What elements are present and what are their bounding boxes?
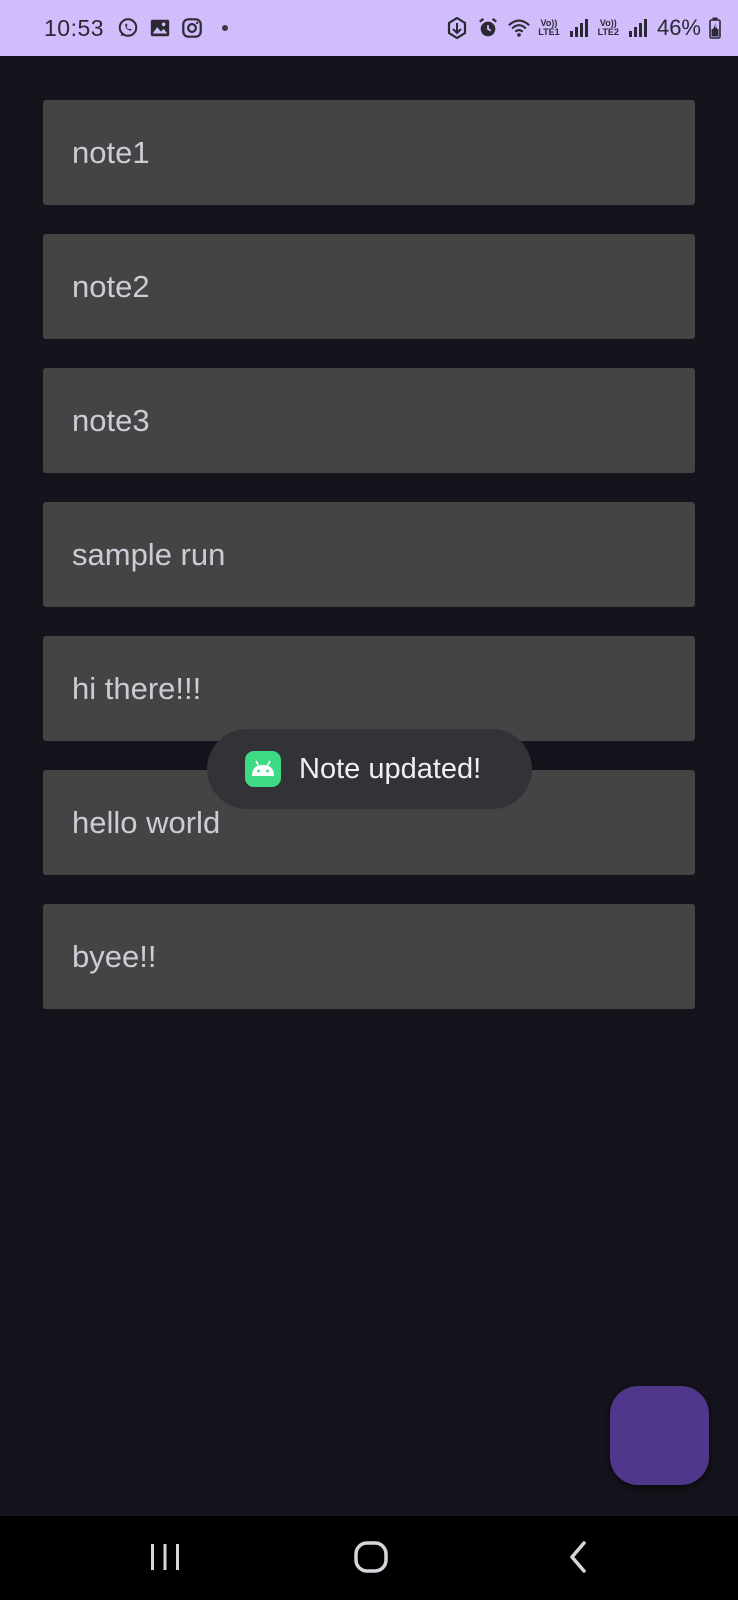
screen: 10:53 Vo)) LTE1 Vo)) LTE2 46% note1 note… bbox=[0, 0, 738, 1600]
note-card-5[interactable]: hi there!!! bbox=[43, 636, 695, 741]
recents-icon bbox=[148, 1542, 182, 1577]
toast: Note updated! bbox=[207, 729, 532, 809]
sim2-lte-text: LTE2 bbox=[597, 27, 619, 37]
note-card-2[interactable]: note2 bbox=[43, 234, 695, 339]
home-icon bbox=[353, 1540, 389, 1579]
dot-icon bbox=[222, 25, 229, 31]
status-time: 10:53 bbox=[44, 14, 105, 41]
status-bar: 10:53 Vo)) LTE1 Vo)) LTE2 46% bbox=[0, 0, 738, 56]
note-title: byee!! bbox=[72, 938, 157, 974]
signal-2-icon bbox=[626, 16, 650, 40]
signal-1-icon bbox=[567, 16, 591, 40]
note-title: note3 bbox=[72, 402, 150, 438]
home-button[interactable] bbox=[346, 1534, 396, 1584]
recents-button[interactable] bbox=[140, 1534, 190, 1584]
note-card-4[interactable]: sample run bbox=[43, 502, 695, 607]
note-title: note2 bbox=[72, 268, 150, 304]
whatsapp-icon bbox=[116, 16, 140, 40]
note-card-3[interactable]: note3 bbox=[43, 368, 695, 473]
notes-list: note1 note2 note3 sample run hi there!!!… bbox=[43, 100, 695, 1038]
volte-lte2-label: Vo)) LTE2 bbox=[598, 19, 619, 37]
wifi-icon bbox=[507, 16, 531, 40]
status-bar-left: 10:53 bbox=[44, 15, 445, 42]
back-icon bbox=[566, 1540, 590, 1579]
note-card-7[interactable]: byee!! bbox=[43, 904, 695, 1009]
note-card-1[interactable]: note1 bbox=[43, 100, 695, 205]
instagram-icon bbox=[180, 16, 204, 40]
data-saver-icon bbox=[445, 16, 469, 40]
toast-message: Note updated! bbox=[299, 752, 482, 785]
battery-charging-icon bbox=[708, 16, 722, 40]
note-title: sample run bbox=[72, 536, 226, 572]
note-title: hello world bbox=[72, 804, 221, 840]
add-note-fab[interactable] bbox=[610, 1386, 709, 1485]
status-bar-right: Vo)) LTE1 Vo)) LTE2 46% bbox=[445, 15, 722, 41]
sim1-lte-text: LTE1 bbox=[538, 27, 560, 37]
gallery-icon bbox=[148, 16, 172, 40]
volte-lte1-label: Vo)) LTE1 bbox=[538, 19, 559, 37]
battery-percent: 46% bbox=[656, 15, 701, 40]
navigation-bar bbox=[0, 1516, 738, 1600]
android-icon bbox=[245, 751, 281, 787]
alarm-icon bbox=[476, 16, 500, 40]
note-title: hi there!!! bbox=[72, 670, 202, 706]
back-button[interactable] bbox=[553, 1534, 603, 1584]
note-title: note1 bbox=[72, 134, 150, 170]
